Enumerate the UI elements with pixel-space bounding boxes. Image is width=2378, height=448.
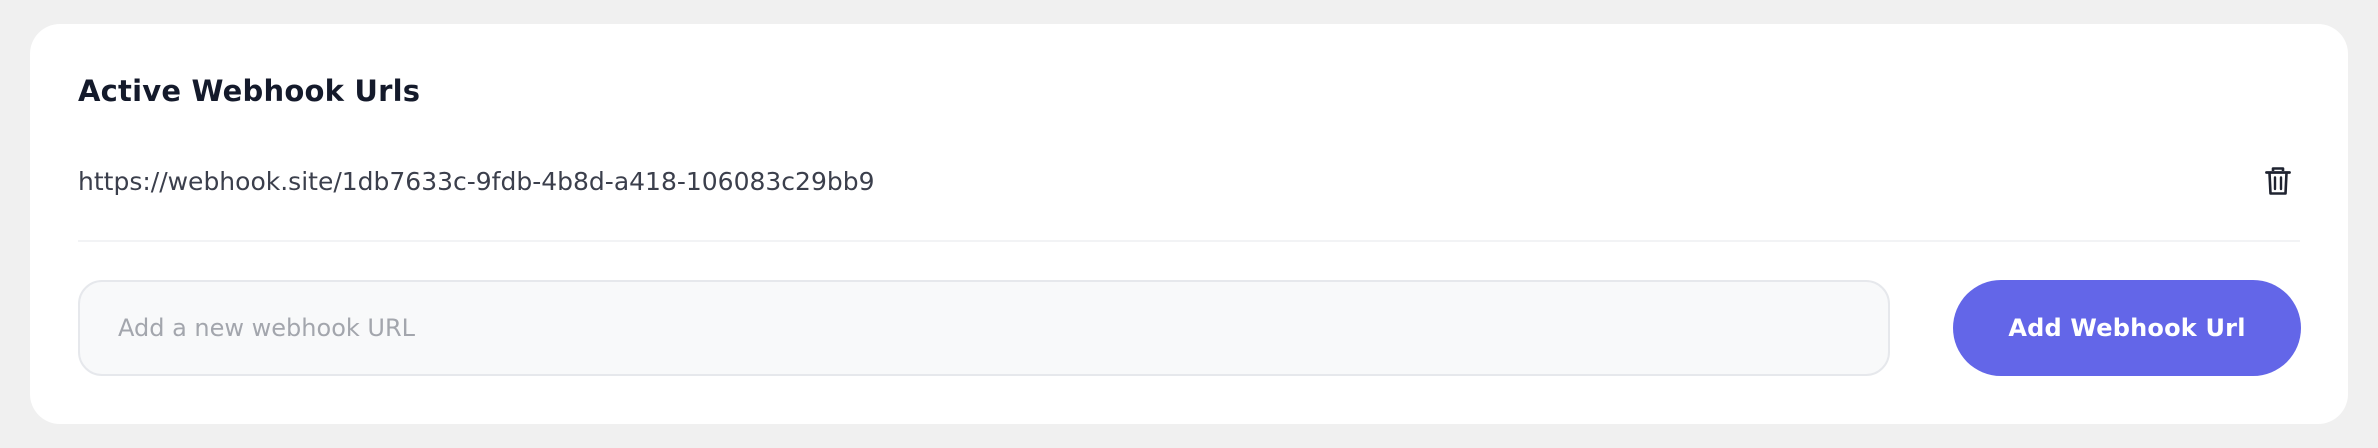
- webhook-url-input[interactable]: [80, 282, 1888, 374]
- section-title: Active Webhook Urls: [78, 74, 421, 108]
- webhook-settings-card: Active Webhook Urls https://webhook.site…: [30, 24, 2348, 424]
- webhook-list-item: https://webhook.site/1db7633c-9fdb-4b8d-…: [78, 152, 2300, 210]
- webhook-url: https://webhook.site/1db7633c-9fdb-4b8d-…: [78, 166, 875, 196]
- add-webhook-button[interactable]: Add Webhook Url: [1953, 280, 2301, 376]
- webhook-url-field[interactable]: [78, 280, 1890, 376]
- trash-icon: [2265, 167, 2291, 195]
- delete-webhook-button[interactable]: [2252, 155, 2304, 207]
- divider: [78, 240, 2300, 242]
